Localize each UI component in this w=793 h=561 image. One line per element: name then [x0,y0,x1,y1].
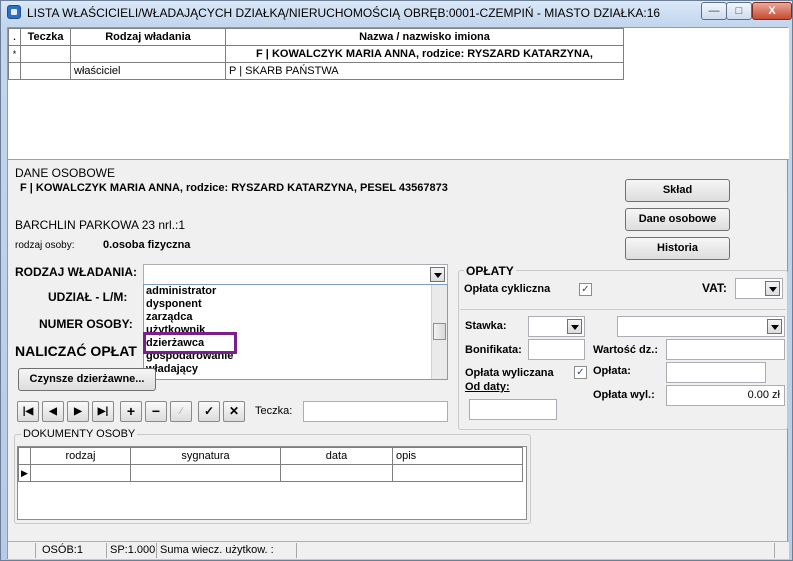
list-item[interactable]: dysponent [144,298,447,311]
person-name-line: F | KOWALCZYK MARIA ANNA, rodzice: RYSZA… [20,182,448,194]
person-address: BARCHLIN PARKOWA 23 nrl.:1 [15,218,186,232]
dane-osobowe-title: DANE OSOBOWE [15,166,116,180]
cell-rodzaj[interactable]: właściciel [70,62,226,80]
app-icon [7,5,21,19]
table-row[interactable]: ▶ [18,464,523,482]
cell-teczka[interactable] [20,62,71,80]
grid-header-indicator: . [8,28,21,46]
vat-select[interactable] [735,278,783,299]
oplata-wyliczana-checkbox[interactable]: ✓ [574,366,587,379]
status-pane-empty [297,543,775,558]
table-row[interactable]: właściciel P | SKARB PAŃSTWA [8,62,624,80]
title-bar: LISTA WŁAŚCICIELI/WŁADAJĄCYCH DZIAŁKĄ/NI… [1,1,792,25]
grid-header-rodzaj[interactable]: rodzaj [30,447,131,465]
oplata-wyliczana-label: Opłata wyliczana [465,367,554,379]
list-item[interactable]: administrator [144,285,447,298]
cancel-record-icon[interactable]: ✕ [223,401,245,422]
table-row[interactable]: * F | KOWALCZYK MARIA ANNA, rodzice: RYS… [8,45,624,63]
delete-record-icon[interactable]: − [145,401,167,422]
wartosc-dz-label: Wartość dz.: [593,344,658,356]
prev-record-icon[interactable]: ◀ [42,401,64,422]
stawka-label: Stawka: [465,320,507,332]
grid-header-data[interactable]: data [280,447,393,465]
cell-opis[interactable] [392,464,523,482]
row-indicator [8,62,21,80]
confirm-record-icon[interactable]: ✓ [198,401,220,422]
grid-header-rodzaj[interactable]: Rodzaj władania [70,28,226,46]
bonifikata-input[interactable] [528,339,585,360]
oplata-label: Opłata: [593,365,631,377]
last-record-icon[interactable]: ▶| [92,401,114,422]
window-title: LISTA WŁAŚCICIELI/WŁADAJĄCYCH DZIAŁKĄ/NI… [27,6,661,20]
grid-header-indicator [18,447,31,465]
stawka-select[interactable] [528,316,585,337]
row-indicator: * [8,45,21,63]
maximize-button[interactable]: □ [726,2,752,20]
client-area: . Teczka Rodzaj władania Nazwa / nazwisk… [7,27,789,559]
list-item[interactable]: władający [144,363,447,376]
historia-button[interactable]: Historia [625,237,730,260]
cell-nazwa[interactable]: F | KOWALCZYK MARIA ANNA, rodzice: RYSZA… [225,45,624,63]
oplata-wyl-label: Opłata wyl.: [593,389,655,401]
scrollbar-thumb[interactable] [433,323,446,340]
divider [460,309,786,310]
cell-rodzaj[interactable] [70,45,226,63]
dane-osobowe-button[interactable]: Dane osobowe [625,208,730,231]
chevron-down-icon[interactable] [767,319,782,334]
oplata-cykliczna-label: Opłata cykliczna [464,283,551,295]
czynsze-button[interactable]: Czynsze dzierżawne... [18,368,156,391]
bonifikata-label: Bonifikata: [465,344,522,356]
grid-header-opis[interactable]: opis [392,447,523,465]
oplaty-title: OPŁATY [464,264,516,278]
od-daty-input[interactable] [469,399,557,420]
close-button[interactable]: X [752,2,792,20]
rodzaj-osoby-value: 0.osoba fizyczna [103,239,191,251]
cell-sygnatura[interactable] [130,464,281,482]
rodzaj-wladania-select[interactable] [143,264,448,285]
minimize-button[interactable]: — [701,2,727,20]
status-osob: OSÓB:1 [36,543,107,558]
teczka-label: Teczka: [255,405,293,417]
row-indicator-arrow-icon: ▶ [18,464,31,482]
teczka-input[interactable] [303,401,448,422]
oplata-input[interactable] [666,362,766,383]
main-window: LISTA WŁAŚCICIELI/WŁADAJĄCYCH DZIAŁKĄ/NI… [0,0,793,561]
cell-rodzaj[interactable] [30,464,131,482]
grid-header-sygnatura[interactable]: sygnatura [130,447,281,465]
status-suma: Suma wiecz. użytkow. : [157,543,297,558]
grid-header-nazwa[interactable]: Nazwa / nazwisko imiona [225,28,624,46]
chevron-down-icon[interactable] [430,267,445,282]
stawka-opis-select[interactable] [617,316,785,337]
chevron-down-icon[interactable] [765,281,780,296]
cell-teczka[interactable] [20,45,71,63]
oplata-wyl-input[interactable]: 0.00 zł [666,385,785,406]
grid-header-teczka[interactable]: Teczka [20,28,71,46]
status-pane-blank [8,543,36,558]
rodzaj-wladania-label: RODZAJ WŁADANIA: [15,265,137,279]
sklad-button[interactable]: Skład [625,179,730,202]
first-record-icon[interactable]: |◀ [17,401,39,422]
dokumenty-grid: rodzaj sygnatura data opis ▶ [17,446,527,520]
udzial-label: UDZIAŁ - L/M: [48,290,128,304]
list-item[interactable]: zarządca [144,311,447,324]
cell-data[interactable] [280,464,393,482]
next-record-icon[interactable]: ▶ [67,401,89,422]
numer-osoby-label: NUMER OSOBY: [39,317,133,331]
oplata-cykliczna-checkbox[interactable]: ✓ [579,283,592,296]
selection-highlight-box [143,332,237,354]
wartosc-dz-input[interactable] [666,339,785,360]
dokumenty-title: DOKUMENTY OSOBY [21,428,138,440]
rodzaj-osoby-label: rodzaj osoby: [15,240,75,251]
edit-record-icon[interactable]: ∕ [170,401,192,422]
owners-grid: . Teczka Rodzaj władania Nazwa / nazwisk… [8,28,789,160]
status-bar: OSÓB:1 SP:1.000( Suma wiecz. użytkow. : [8,541,789,559]
status-sp: SP:1.000( [107,543,157,558]
naliczac-oplat-label: NALICZAĆ OPŁAT [15,343,137,359]
vat-label: VAT: [702,281,727,295]
chevron-down-icon[interactable] [567,319,582,334]
add-record-icon[interactable]: + [120,401,142,422]
list-scrollbar[interactable] [431,285,447,379]
od-daty-label: Od daty: [465,381,510,393]
cell-nazwa[interactable]: P | SKARB PAŃSTWA [225,62,624,80]
